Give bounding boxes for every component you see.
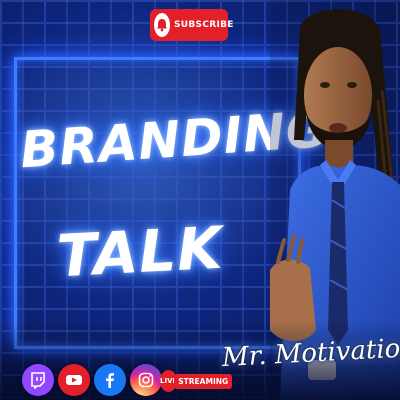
title-line-2: TALK (55, 213, 225, 291)
neon-frame (14, 57, 301, 349)
subscribe-button[interactable]: SUBSCRIBE (150, 9, 233, 41)
streaming-label: STREAMING (174, 373, 233, 389)
youtube-icon[interactable] (58, 364, 90, 396)
facebook-icon[interactable] (94, 364, 126, 396)
subscribe-label: SUBSCRIBE (174, 20, 234, 30)
twitch-icon[interactable] (22, 364, 54, 396)
bell-icon (154, 13, 170, 37)
thumbnail-canvas: BRANDING TALK SUBSCRIBE Mr. Motivation L… (0, 0, 400, 400)
live-streaming-badge: LIVE STREAMING (160, 370, 233, 392)
instagram-icon[interactable] (130, 364, 162, 396)
